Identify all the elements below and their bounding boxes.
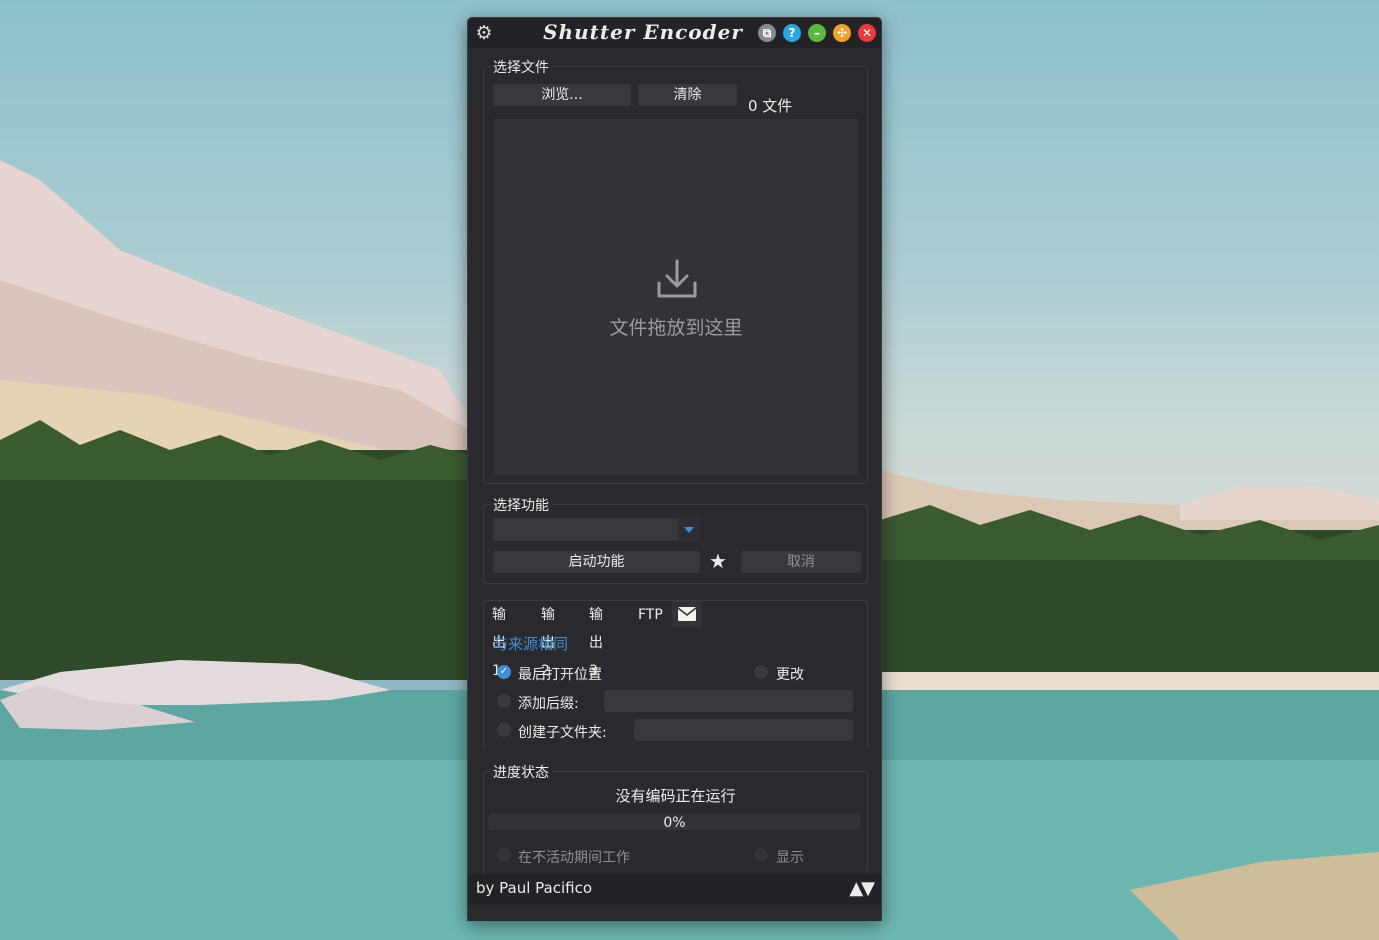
progress-bar: 0% xyxy=(488,814,861,831)
change-radio[interactable] xyxy=(754,665,768,679)
work-while-idle-label: 在不活动期间工作 xyxy=(518,850,630,866)
display-radio[interactable] xyxy=(754,848,768,862)
select-files-legend: 选择文件 xyxy=(490,57,552,77)
create-subfolder-label: 创建子文件夹: xyxy=(518,725,607,741)
change-label: 更改 xyxy=(776,667,804,683)
work-while-idle-radio[interactable] xyxy=(497,848,511,862)
tab-email[interactable] xyxy=(672,601,702,627)
function-combo[interactable] xyxy=(493,518,700,541)
suffix-input[interactable] xyxy=(604,690,853,712)
subfolder-input[interactable] xyxy=(634,719,853,741)
clear-button[interactable]: 清除 xyxy=(638,84,737,106)
progress-legend: 进度状态 xyxy=(490,762,552,782)
last-open-location-radio[interactable]: ✓ xyxy=(497,665,511,679)
encoding-status: 没有编码正在运行 xyxy=(615,787,736,805)
chevron-down-icon[interactable] xyxy=(678,518,700,541)
output-group: 输出1 输出2 输出3 FTP 与来源相同 ✓ 最后打开位置 更改 添加后缀: … xyxy=(483,600,868,750)
close-icon[interactable]: ✕ xyxy=(858,24,876,42)
restore-icon[interactable]: ⧉ xyxy=(758,24,776,42)
footer: by Paul Pacifico ▲▼ xyxy=(468,874,881,905)
tab-output3[interactable]: 输出3 xyxy=(589,601,603,679)
gear-icon[interactable]: ⚙ xyxy=(474,23,494,43)
window-title: Shutter Encoder xyxy=(543,20,743,44)
start-function-button[interactable]: 启动功能 xyxy=(493,551,700,573)
create-subfolder-radio[interactable] xyxy=(497,723,511,737)
minimize-icon[interactable]: – xyxy=(808,24,826,42)
add-suffix-radio[interactable] xyxy=(497,694,511,708)
select-function-legend: 选择功能 xyxy=(490,495,552,515)
drop-hint: 文件拖放到这里 xyxy=(609,317,743,339)
tab-output2[interactable]: 输出2 xyxy=(541,601,555,679)
mail-icon xyxy=(678,607,696,621)
window-bottom xyxy=(468,905,881,921)
collapse-expand-icon[interactable]: ▲▼ xyxy=(849,878,875,899)
select-files-group: 选择文件 浏览... 清除 0 文件 文件拖放到这里 xyxy=(483,57,868,484)
shutter-encoder-window: ⚙ Shutter Encoder ⧉ ? – ✣ ✕ 选择文件 浏览... 清… xyxy=(467,17,882,921)
progress-group: 进度状态 没有编码正在运行 0% 在不活动期间工作 显示 xyxy=(483,762,868,874)
tab-ftp[interactable]: FTP xyxy=(638,601,663,627)
cancel-button[interactable]: 取消 xyxy=(741,551,861,573)
last-open-location-label: 最后打开位置 xyxy=(518,667,602,683)
select-function-group: 选择功能 启动功能 ★ 取消 xyxy=(483,495,868,584)
tab-output1[interactable]: 输出1 xyxy=(492,601,506,679)
download-icon xyxy=(657,259,697,298)
file-drop-zone[interactable]: 文件拖放到这里 xyxy=(494,119,858,475)
display-label: 显示 xyxy=(776,850,804,866)
browse-button[interactable]: 浏览... xyxy=(493,84,631,106)
file-count: 0 文件 xyxy=(748,97,793,115)
add-suffix-label: 添加后缀: xyxy=(518,696,579,712)
maximize-icon[interactable]: ✣ xyxy=(833,24,851,42)
star-icon[interactable]: ★ xyxy=(709,550,727,572)
same-as-source-label[interactable]: 与来源相同 xyxy=(493,633,568,654)
title-bar[interactable]: ⚙ Shutter Encoder ⧉ ? – ✣ ✕ xyxy=(468,18,881,48)
author-credit: by Paul Pacifico xyxy=(476,879,593,897)
help-icon[interactable]: ? xyxy=(783,24,801,42)
